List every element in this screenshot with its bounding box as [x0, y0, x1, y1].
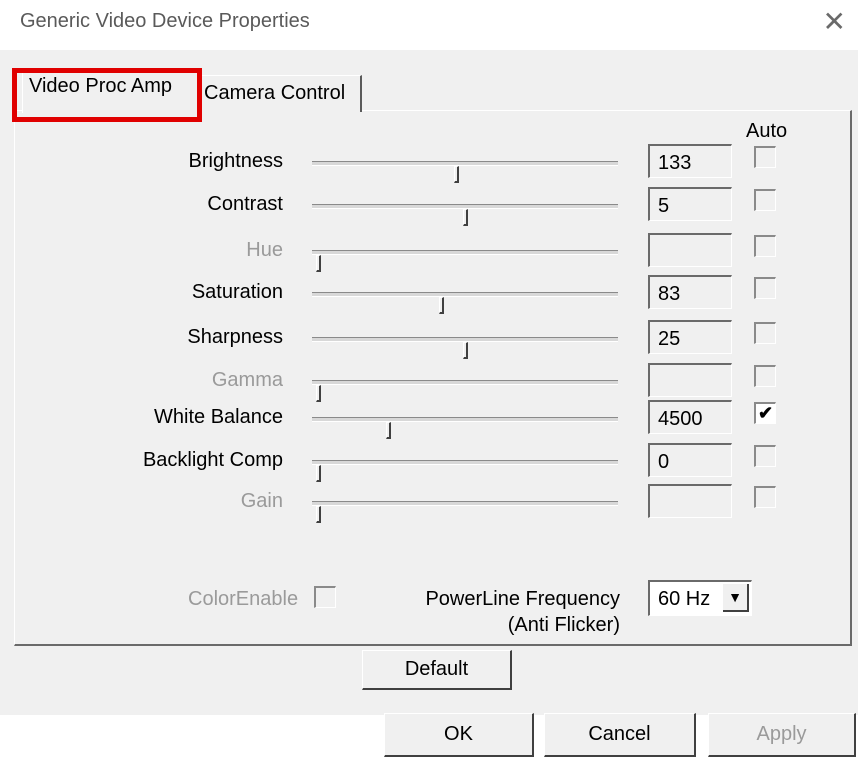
contrast-value-field[interactable]: 5: [648, 187, 732, 221]
powerline-frequency-select[interactable]: 60 Hz ▼: [648, 580, 752, 616]
hue-value-field: [648, 233, 732, 267]
gamma-slider: [312, 380, 618, 402]
saturation-slider[interactable]: [312, 292, 618, 314]
row-saturation: Saturation 83: [0, 275, 858, 321]
gain-slider-thumb: [316, 506, 321, 523]
row-brightness: Brightness 133: [0, 144, 858, 190]
powerline-label-line2: (Anti Flicker): [507, 614, 620, 636]
powerline-frequency-value: 60 Hz: [658, 588, 711, 610]
cancel-button[interactable]: Cancel: [544, 713, 696, 757]
color-enable-label: ColorEnable: [188, 588, 299, 610]
brightness-value-field[interactable]: 133: [648, 144, 732, 178]
gain-slider: [312, 501, 618, 523]
row-gain: Gain: [0, 484, 858, 530]
dialog-body: Video Proc Amp Camera Control Auto Brigh…: [0, 50, 858, 757]
brightness-label: Brightness: [188, 150, 284, 172]
sharpness-slider-thumb[interactable]: [463, 342, 468, 359]
hue-label: Hue: [246, 239, 283, 261]
row-backlight-comp: Backlight Comp 0: [0, 443, 858, 489]
brightness-slider-thumb[interactable]: [454, 166, 459, 183]
powerline-label-line1: PowerLine Frequency: [425, 588, 620, 610]
white-balance-slider-thumb[interactable]: [386, 422, 391, 439]
close-icon[interactable]: ✕: [823, 6, 846, 38]
saturation-slider-thumb[interactable]: [439, 297, 444, 314]
hue-slider-thumb: [316, 255, 321, 272]
contrast-slider[interactable]: [312, 204, 618, 226]
white-balance-value-field[interactable]: 4500: [648, 400, 732, 434]
color-enable-checkbox: [314, 586, 336, 608]
hue-slider: [312, 250, 618, 272]
saturation-auto-checkbox[interactable]: [754, 277, 776, 299]
ok-button[interactable]: OK: [384, 713, 534, 757]
white-balance-slider[interactable]: [312, 417, 618, 439]
row-white-balance: White Balance 4500 ✔: [0, 400, 858, 446]
row-hue: Hue: [0, 233, 858, 279]
row-contrast: Contrast 5: [0, 187, 858, 233]
default-button[interactable]: Default: [362, 650, 512, 690]
gamma-label: Gamma: [211, 369, 283, 391]
sharpness-value-field[interactable]: 25: [648, 320, 732, 354]
white-balance-label: White Balance: [154, 406, 283, 428]
row-sharpness: Sharpness 25: [0, 320, 858, 366]
auto-column-header: Auto: [746, 120, 788, 142]
contrast-slider-thumb[interactable]: [463, 209, 468, 226]
tab-camera-control[interactable]: Camera Control: [196, 75, 362, 112]
sharpness-label: Sharpness: [187, 326, 283, 348]
gain-auto-checkbox: [754, 486, 776, 508]
title-bar: Generic Video Device Properties ✕: [0, 0, 858, 50]
gain-value-field: [648, 484, 732, 518]
backlight-comp-slider-thumb[interactable]: [316, 465, 321, 482]
backlight-comp-auto-checkbox[interactable]: [754, 445, 776, 467]
brightness-slider[interactable]: [312, 161, 618, 183]
tab-video-proc-amp[interactable]: Video Proc Amp: [22, 68, 198, 113]
apply-button[interactable]: Apply: [708, 713, 856, 757]
brightness-auto-checkbox[interactable]: [754, 146, 776, 168]
gamma-slider-thumb: [316, 385, 321, 402]
hue-auto-checkbox: [754, 235, 776, 257]
powerline-frequency-label: PowerLine Frequency (Anti Flicker): [408, 586, 620, 638]
gamma-value-field: [648, 363, 732, 397]
saturation-value-field[interactable]: 83: [648, 275, 732, 309]
backlight-comp-value-field[interactable]: 0: [648, 443, 732, 477]
window-title: Generic Video Device Properties: [20, 10, 310, 32]
dropdown-arrow-icon[interactable]: ▼: [723, 584, 749, 612]
sharpness-auto-checkbox[interactable]: [754, 322, 776, 344]
contrast-label: Contrast: [207, 193, 283, 215]
tab-label: Video Proc Amp: [29, 75, 173, 97]
gain-label: Gain: [240, 490, 283, 512]
tab-label: Camera Control: [204, 82, 346, 104]
backlight-comp-slider[interactable]: [312, 460, 618, 482]
gamma-auto-checkbox: [754, 365, 776, 387]
sharpness-slider[interactable]: [312, 337, 618, 359]
contrast-auto-checkbox[interactable]: [754, 189, 776, 211]
backlight-comp-label: Backlight Comp: [142, 449, 283, 471]
saturation-label: Saturation: [191, 281, 283, 303]
white-balance-auto-checkbox[interactable]: ✔: [754, 402, 776, 424]
